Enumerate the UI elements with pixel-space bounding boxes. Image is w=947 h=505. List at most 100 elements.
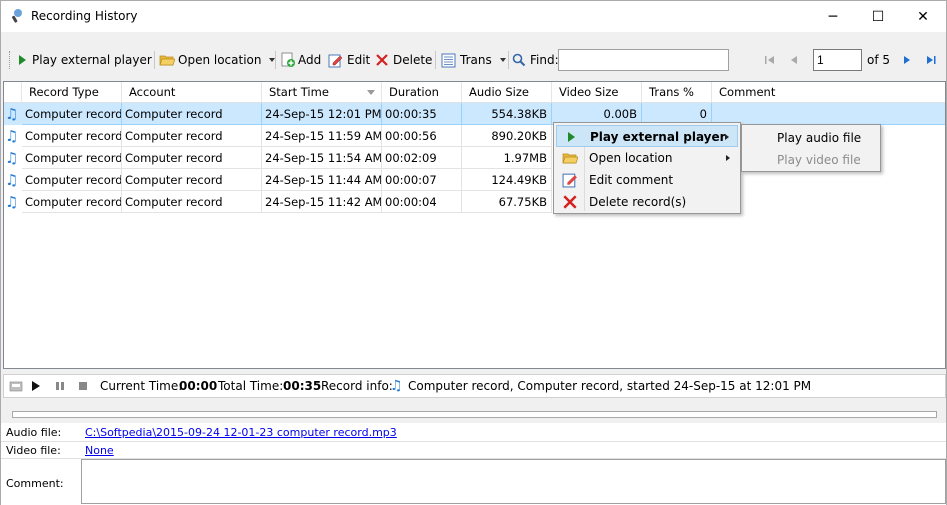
- total-time-label: Total Time:: [218, 379, 284, 393]
- edit-button[interactable]: Edit: [328, 45, 370, 75]
- column-header-video-size[interactable]: Video Size: [552, 82, 642, 103]
- maximize-button[interactable]: ☐: [855, 1, 901, 32]
- stop-button[interactable]: [78, 381, 88, 391]
- cell-account: Computer record: [122, 103, 262, 125]
- music-note-icon: ♫: [5, 171, 19, 189]
- cell-account: Computer record: [122, 191, 262, 213]
- last-page-icon: [927, 56, 936, 64]
- music-note-icon: ♫: [5, 149, 19, 167]
- menu-item-open-location[interactable]: Open location: [556, 147, 738, 169]
- chevron-down-icon[interactable]: [499, 58, 506, 62]
- toolbar-separator: [275, 51, 276, 69]
- menu-item-delete-records[interactable]: Delete record(s): [556, 191, 738, 213]
- audio-file-link[interactable]: C:\Softpedia\2015-09-24 12-01-23 compute…: [85, 426, 397, 439]
- submenu-play-external: Play audio file Play video file: [741, 124, 881, 172]
- menu-item-play-external-player[interactable]: Play external player: [556, 125, 738, 147]
- next-page-button[interactable]: [902, 45, 912, 75]
- play-icon: [568, 132, 575, 142]
- play-icon: [19, 55, 26, 65]
- toolbar-separator: [435, 51, 436, 69]
- cell-start-time: 24-Sep-15 12:01 PM: [262, 103, 382, 125]
- play-external-player-label: Play external player: [32, 53, 152, 67]
- folder-icon: [159, 55, 175, 66]
- header-icon-column: [4, 82, 22, 103]
- column-header-duration[interactable]: Duration: [382, 82, 462, 103]
- play-external-player-button[interactable]: Play external player: [16, 45, 166, 75]
- cell-audio-size: 890.20KB: [462, 125, 552, 147]
- submenu-item-label: Play video file: [777, 153, 861, 167]
- playback-progress-bar[interactable]: [12, 411, 937, 418]
- table-row[interactable]: ♫ Computer record Computer record 24-Sep…: [4, 191, 945, 213]
- column-header-record-type[interactable]: Record Type: [22, 82, 122, 103]
- menu-item-edit-comment[interactable]: Edit comment: [556, 169, 738, 191]
- cell-start-time: 24-Sep-15 11:59 AM: [262, 125, 382, 147]
- trans-label: Trans: [460, 53, 492, 67]
- title-bar: Recording History ─ ☐ ✕: [1, 1, 946, 32]
- submenu-item-play-video-file: Play video file: [744, 149, 878, 171]
- edit-icon: [562, 173, 577, 188]
- comment-label: Comment:: [6, 477, 64, 490]
- page-number-input[interactable]: [813, 49, 862, 71]
- current-time-value: 00:00: [179, 379, 218, 393]
- first-page-icon: [765, 56, 774, 64]
- menu-item-label: Delete record(s): [589, 195, 687, 209]
- column-header-start-time[interactable]: Start Time: [262, 82, 382, 103]
- delete-label: Delete: [393, 53, 433, 67]
- delete-x-icon: [563, 195, 577, 209]
- trans-button[interactable]: Trans: [441, 45, 506, 75]
- close-button[interactable]: ✕: [900, 1, 946, 32]
- video-file-link[interactable]: None: [85, 444, 114, 457]
- folder-icon: [562, 153, 578, 164]
- menu-item-label: Open location: [589, 151, 673, 165]
- open-location-button[interactable]: Open location: [159, 45, 276, 75]
- comment-textarea[interactable]: [81, 459, 946, 504]
- video-file-label: Video file:: [6, 444, 61, 457]
- cell-duration: 00:00:04: [382, 191, 462, 213]
- cell-duration: 00:00:35: [382, 103, 462, 125]
- delete-button[interactable]: Delete: [375, 45, 432, 75]
- record-info-value: Computer record, Computer record, starte…: [408, 379, 812, 393]
- add-button[interactable]: Add: [280, 45, 321, 75]
- last-page-button[interactable]: [925, 45, 937, 75]
- add-label: Add: [298, 53, 322, 67]
- audio-file-label: Audio file:: [6, 426, 62, 439]
- column-header-trans-percent[interactable]: Trans %: [642, 82, 712, 103]
- cell-record-type: Computer record: [22, 169, 122, 191]
- cell-comment: [712, 103, 945, 125]
- menu-item-label: Play external player: [590, 130, 726, 144]
- cell-audio-size: 1.97MB: [462, 147, 552, 169]
- cell-record-type: Computer record: [22, 147, 122, 169]
- first-page-button[interactable]: [764, 45, 776, 75]
- open-location-label: Open location: [178, 53, 262, 67]
- prev-page-button[interactable]: [789, 45, 799, 75]
- cell-start-time: 24-Sep-15 11:54 AM: [262, 147, 382, 169]
- grid-header: Record Type Account Start Time Duration …: [4, 82, 945, 103]
- column-header-account[interactable]: Account: [122, 82, 262, 103]
- submenu-item-play-audio-file[interactable]: Play audio file: [744, 127, 878, 149]
- table-row[interactable]: ♫ Computer record Computer record 24-Sep…: [4, 103, 945, 125]
- find-input[interactable]: [558, 49, 729, 71]
- sort-descending-icon: [367, 90, 375, 95]
- cell-account: Computer record: [122, 125, 262, 147]
- toolbar-separator: [508, 51, 509, 69]
- grip-handle: [9, 45, 12, 75]
- submenu-item-label: Play audio file: [777, 131, 862, 145]
- column-header-comment[interactable]: Comment: [712, 82, 945, 103]
- table-row[interactable]: ♫ Computer record Computer record 24-Sep…: [4, 169, 945, 191]
- cell-start-time: 24-Sep-15 11:44 AM: [262, 169, 382, 191]
- find-label-group: Find:: [512, 45, 559, 75]
- prev-page-icon: [791, 56, 797, 64]
- play-button[interactable]: [31, 380, 41, 392]
- minimize-button[interactable]: ─: [810, 1, 856, 32]
- column-header-audio-size[interactable]: Audio Size: [462, 82, 552, 103]
- tape-recorder-icon: [9, 381, 23, 392]
- pause-button[interactable]: [55, 381, 65, 391]
- delete-x-icon: [376, 54, 388, 66]
- next-page-icon: [904, 56, 910, 64]
- cell-audio-size: 67.75KB: [462, 191, 552, 213]
- edit-icon: [328, 54, 343, 67]
- current-time-label: Current Time:: [100, 379, 183, 393]
- record-info-label: Record info:: [321, 379, 393, 393]
- cell-audio-size: 124.49KB: [462, 169, 552, 191]
- window-title: Recording History: [31, 9, 138, 23]
